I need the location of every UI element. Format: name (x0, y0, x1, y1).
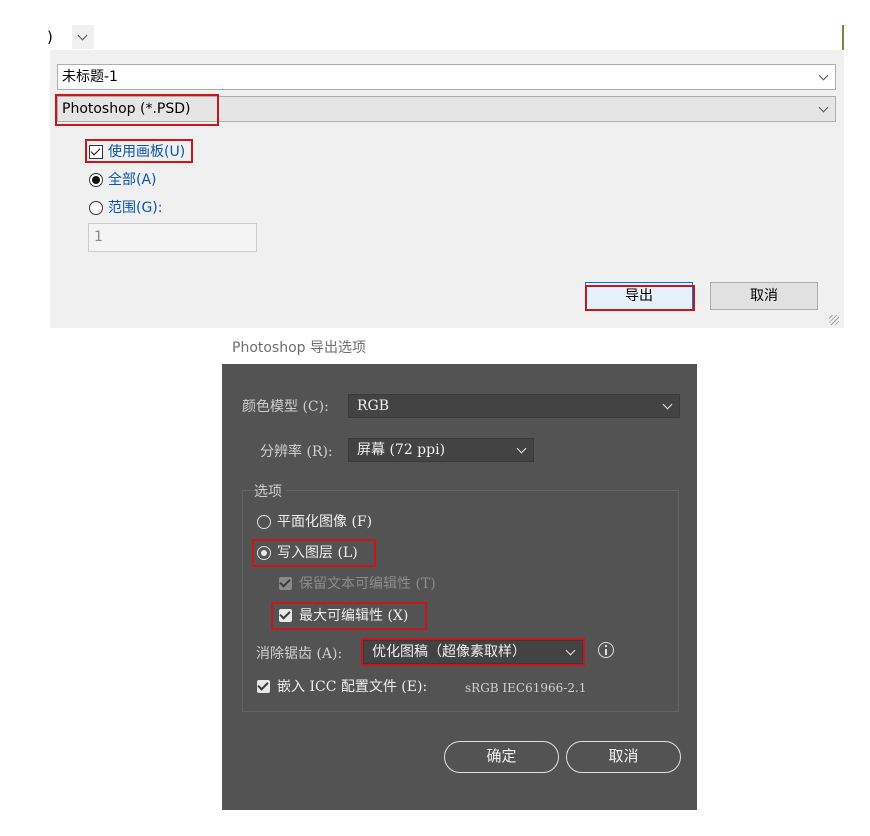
resize-grip-icon[interactable] (829, 315, 839, 325)
ok-button-label: 确定 (486, 747, 517, 765)
all-radio[interactable] (89, 173, 103, 187)
flatten-label: 平面化图像 (F) (277, 514, 373, 530)
all-label: 全部(A) (108, 172, 157, 188)
chevron-down-icon (818, 70, 829, 81)
embed-icc-label: 嵌入 ICC 配置文件 (E): (277, 679, 428, 695)
write-layers-highlight (252, 539, 376, 567)
filename-combo[interactable]: 未标题-1 (57, 64, 836, 90)
info-stem (604, 648, 607, 655)
info-icon[interactable] (598, 642, 614, 658)
ok-button[interactable]: 确定 (444, 741, 559, 773)
range-radio[interactable] (89, 201, 103, 215)
radio-dot-icon (92, 176, 100, 184)
icc-profile-value: sRGB IEC61966-2.1 (465, 681, 587, 695)
cancel-button[interactable]: 取消 (710, 282, 818, 310)
top-dropdown-button[interactable] (72, 25, 94, 49)
range-label: 范围(G): (108, 200, 163, 216)
color-model-value: RGB (357, 398, 390, 414)
max-edit-highlight (271, 602, 427, 630)
ps-dialog-titlebar: Photoshop 导出选项 (222, 328, 697, 364)
resolution-dropdown[interactable]: 屏幕 (72 ppi) (348, 438, 534, 462)
resolution-value: 屏幕 (72 ppi) (357, 442, 446, 458)
ps-options-dialog: 颜色模型 (C): RGB 分辨率 (R): 屏幕 (72 ppi) 选项 平面… (222, 364, 697, 810)
preserve-text-checkbox[interactable] (279, 577, 292, 590)
chevron-down-icon (818, 102, 829, 113)
preserve-text-label: 保留文本可编辑性 (T) (299, 576, 436, 592)
embed-icc-checkbox[interactable] (257, 680, 270, 693)
format-highlight (55, 94, 219, 126)
chevron-down-icon (77, 30, 88, 41)
export-button-highlight (585, 285, 695, 311)
color-model-label: 颜色模型 (C): (242, 399, 329, 415)
use-artboards-highlight (85, 139, 193, 163)
resolution-label: 分辨率 (R): (260, 444, 333, 460)
export-dialog: 未标题-1 Photoshop (*.PSD) 使用画板(U) 全部(A) 范围… (50, 50, 844, 328)
ps-cancel-button-label: 取消 (608, 747, 639, 765)
ps-dialog-title: Photoshop 导出选项 (232, 340, 367, 356)
ps-cancel-button[interactable]: 取消 (566, 741, 681, 773)
chevron-down-icon (516, 443, 527, 454)
color-model-dropdown[interactable]: RGB (348, 394, 680, 418)
filename-value: 未标题-1 (62, 69, 118, 85)
range-value: 1 (94, 229, 103, 245)
antialias-label: 消除锯齿 (A): (256, 646, 343, 662)
info-dot (604, 645, 607, 647)
cancel-button-label: 取消 (750, 288, 778, 304)
chevron-down-icon (662, 399, 673, 410)
partial-text: ) (47, 28, 53, 46)
antialias-highlight (361, 638, 585, 666)
range-input[interactable]: 1 (88, 223, 257, 252)
flatten-radio[interactable] (257, 515, 271, 529)
options-group-label: 选项 (254, 483, 286, 501)
